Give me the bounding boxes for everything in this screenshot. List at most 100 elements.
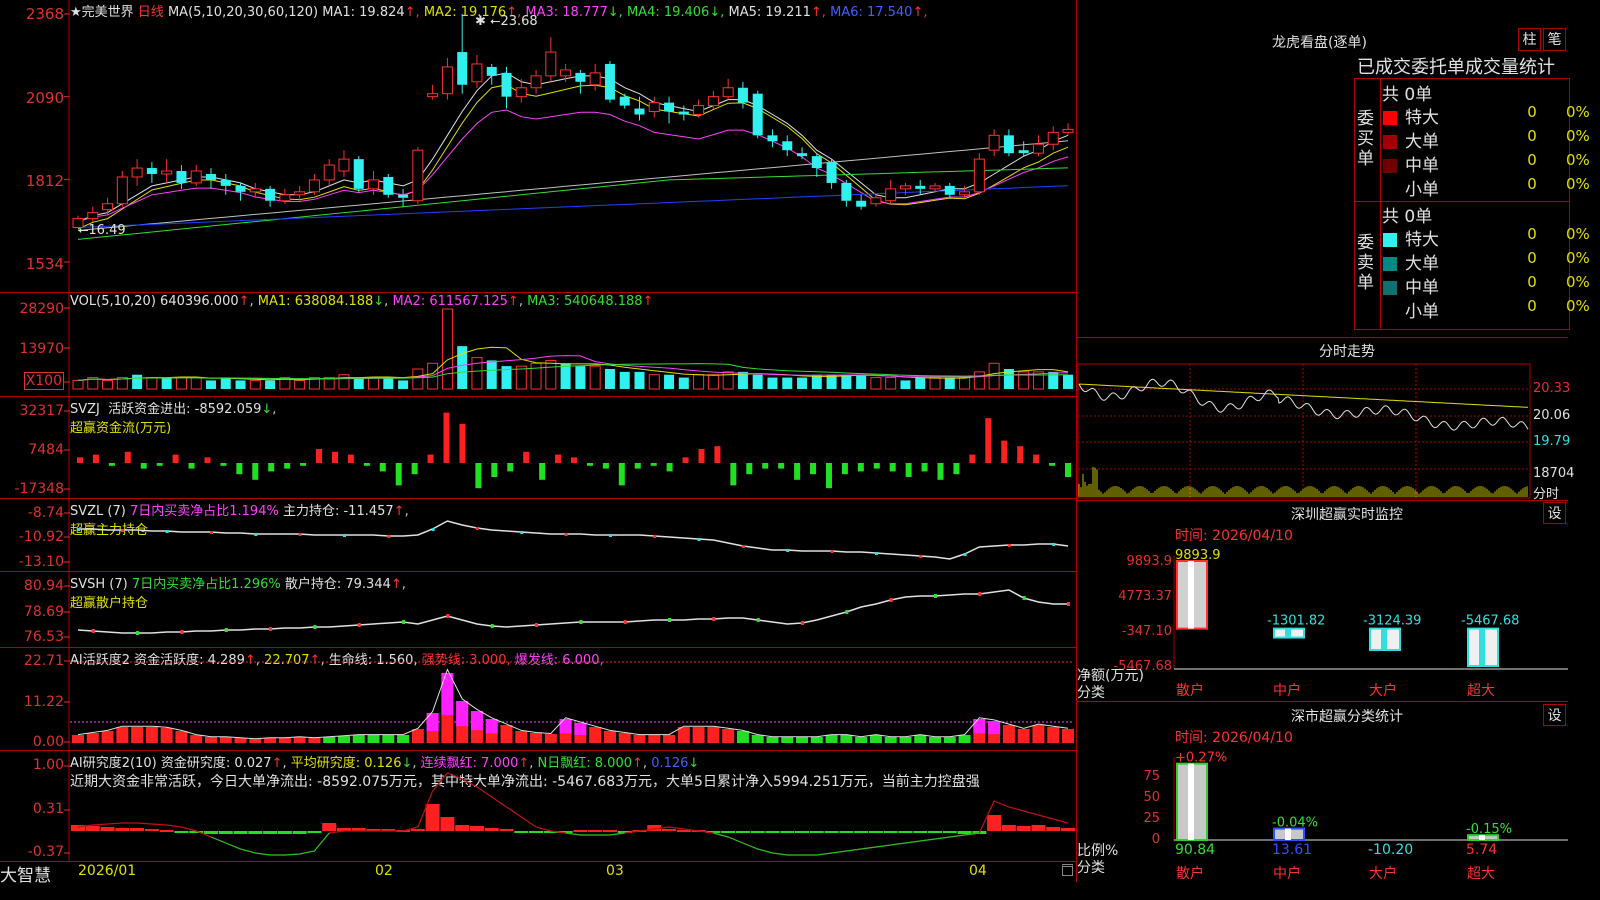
candle-51 bbox=[827, 162, 837, 183]
vol-bar-27 bbox=[472, 358, 482, 389]
szm-bar-hl-0 bbox=[1188, 561, 1194, 629]
candle-6 bbox=[162, 171, 172, 174]
air-bar-31 bbox=[529, 831, 543, 833]
candle-53 bbox=[856, 201, 866, 207]
svzl-panel[interactable]: SVZL (7) 7日内买卖净占比1.194% 主力持仓: -11.457↑, … bbox=[0, 499, 1076, 572]
intra-y-4: 分时 bbox=[1533, 483, 1559, 502]
candle-22 bbox=[398, 195, 408, 198]
sz-class-panel[interactable]: 深市超赢分类统计 设 时间: 2026/04/10 75 50 25 0 +0.27% 9… bbox=[1077, 702, 1568, 882]
ai-life-line bbox=[78, 670, 1068, 739]
dt-row-label: 大单 bbox=[1405, 132, 1439, 152]
candle-35 bbox=[590, 73, 600, 85]
candle-54 bbox=[871, 198, 881, 204]
svzj-bar-36 bbox=[651, 463, 657, 466]
svsh-panel[interactable]: SVSH (7) 7日内买卖净占比1.296% 散户持仓: 79.344↑, 超… bbox=[0, 572, 1076, 648]
ai-bar-54 bbox=[870, 735, 882, 743]
svzj-bar-21 bbox=[412, 463, 418, 474]
vol-bar-34 bbox=[575, 366, 585, 389]
air-bar-34 bbox=[573, 830, 587, 832]
pen-mode-button[interactable]: 笔 bbox=[1543, 28, 1566, 51]
candle-12 bbox=[250, 189, 260, 192]
candle-3 bbox=[117, 177, 127, 204]
vol-bar-25 bbox=[442, 309, 452, 389]
air-bar-56 bbox=[898, 831, 912, 833]
candle-43 bbox=[708, 97, 718, 106]
air-bar-16 bbox=[307, 831, 321, 833]
intraday-panel[interactable]: 分时走势 20.33 20.06 19.79 18704 分时 bbox=[1077, 338, 1568, 501]
szc-y-label-0: 75 bbox=[1143, 769, 1160, 784]
dt-row-count: 0 bbox=[1517, 175, 1547, 193]
svzj-bar-47 bbox=[826, 463, 832, 488]
vol-bar-31 bbox=[531, 363, 541, 389]
svzj-bar-22 bbox=[428, 455, 434, 463]
svzj-bar-46 bbox=[810, 463, 816, 474]
volume-panel[interactable]: VOL(5,10,20) 640396.000↑, MA1: 638084.18… bbox=[0, 293, 1076, 397]
ai-bar-top-61 bbox=[973, 719, 985, 733]
szc-y-label-3: 0 bbox=[1152, 832, 1160, 847]
candle-13 bbox=[265, 189, 275, 201]
air-bar-58 bbox=[928, 831, 942, 833]
dragon-tiger-panel[interactable]: 龙虎看盘(逐单) 柱 笔 已成交委托单成交量统计 委买单 委卖单 共 0单 共 … bbox=[1077, 0, 1568, 338]
svzl-dot-3 bbox=[121, 529, 124, 532]
lock-icon[interactable] bbox=[1062, 864, 1073, 876]
ai-bar-60 bbox=[959, 735, 971, 743]
intra-y-3: 18704 bbox=[1533, 466, 1574, 481]
svzj-bar-42 bbox=[746, 463, 752, 474]
dt-row-pct: 0% bbox=[1566, 103, 1590, 121]
ai-active-panel[interactable]: AI活跃度2 资金活跃度: 4.289↑, 22.707↑, 生命线: 1.56… bbox=[0, 648, 1076, 751]
vol-bar-4 bbox=[132, 375, 142, 389]
dt-row-count: 0 bbox=[1517, 297, 1547, 315]
legend-swatch bbox=[1383, 305, 1397, 319]
x-label-2: 03 bbox=[606, 863, 624, 879]
ai-bar-42 bbox=[693, 727, 705, 743]
svzl-dot-36 bbox=[609, 534, 612, 537]
candlestick-chart bbox=[0, 0, 1076, 292]
svzl-chart bbox=[0, 499, 1076, 571]
sz-monitor-panel[interactable]: 深圳超赢实时监控 设 时间: 2026/04/10 9893.9 4773.37-… bbox=[1077, 501, 1568, 702]
candle-48 bbox=[782, 141, 792, 150]
ai-bar-52 bbox=[840, 735, 852, 743]
ai-bar-31 bbox=[530, 733, 542, 743]
volume-chart bbox=[0, 293, 1076, 396]
szc-cat-0: 散户 bbox=[1176, 865, 1204, 882]
szc-change-1: -0.04% bbox=[1272, 816, 1318, 831]
svsh-dot-52 bbox=[845, 610, 848, 614]
ai-bar-57 bbox=[914, 735, 926, 743]
air-bar-28 bbox=[485, 828, 499, 831]
szm-cat-1: 中户 bbox=[1273, 682, 1301, 699]
air-bar-47 bbox=[765, 831, 779, 833]
vol-bar-9 bbox=[206, 380, 216, 389]
candle-23 bbox=[413, 150, 423, 201]
dragon-title: 龙虎看盘(逐单) bbox=[1272, 32, 1367, 52]
svzj-bar-31 bbox=[571, 457, 577, 463]
price-panel[interactable]: ★完美世界 日线 MA(5,10,20,30,60,120) MA1: 19.8… bbox=[0, 0, 1076, 293]
vol-bar-21 bbox=[383, 378, 393, 389]
svzj-bar-10 bbox=[236, 463, 242, 474]
candle-5 bbox=[147, 168, 157, 174]
candle-34 bbox=[575, 73, 585, 82]
candle-41 bbox=[679, 112, 689, 115]
candle-30 bbox=[516, 88, 526, 97]
air-bar-26 bbox=[455, 825, 469, 831]
svzl-dot-6 bbox=[166, 530, 169, 533]
intraday-title: 分时走势 bbox=[1077, 341, 1600, 361]
air-bar-64 bbox=[1017, 826, 1031, 831]
svzj-bar-5 bbox=[157, 463, 163, 466]
svzl-dot-54 bbox=[875, 552, 878, 555]
ai-research-panel[interactable]: AI研究度2(10) 资金研究度: 0.027↑, 平均研究度: 0.126↓,… bbox=[0, 751, 1076, 862]
candle-25 bbox=[442, 67, 452, 94]
candle-21 bbox=[383, 177, 393, 195]
svzj-panel[interactable]: SVZJ 活跃资金进出: -8592.059↓, 超赢资金流(万元) 32317… bbox=[0, 397, 1076, 499]
bar-mode-button[interactable]: 柱 bbox=[1518, 28, 1541, 51]
svsh-dot-43 bbox=[712, 617, 715, 621]
dt-row-count: 0 bbox=[1517, 151, 1547, 169]
dt-row-buy-rows-2: 中单 0 0% bbox=[1383, 151, 1439, 175]
air-bar-67 bbox=[1061, 828, 1075, 831]
air-bar-35 bbox=[588, 830, 602, 832]
vol-bar-49 bbox=[797, 378, 807, 389]
dragon-box: 委买单 委卖单 共 0单 共 0单 特大 0 0% 大单 0 0% 中单 0 0% 小单 0 0% 特… bbox=[1354, 78, 1570, 330]
vol-bar-58 bbox=[930, 378, 940, 389]
svzl-dot-15 bbox=[299, 533, 302, 536]
szc-cat-2: 大户 bbox=[1369, 865, 1397, 882]
air-bar-17 bbox=[322, 823, 336, 831]
